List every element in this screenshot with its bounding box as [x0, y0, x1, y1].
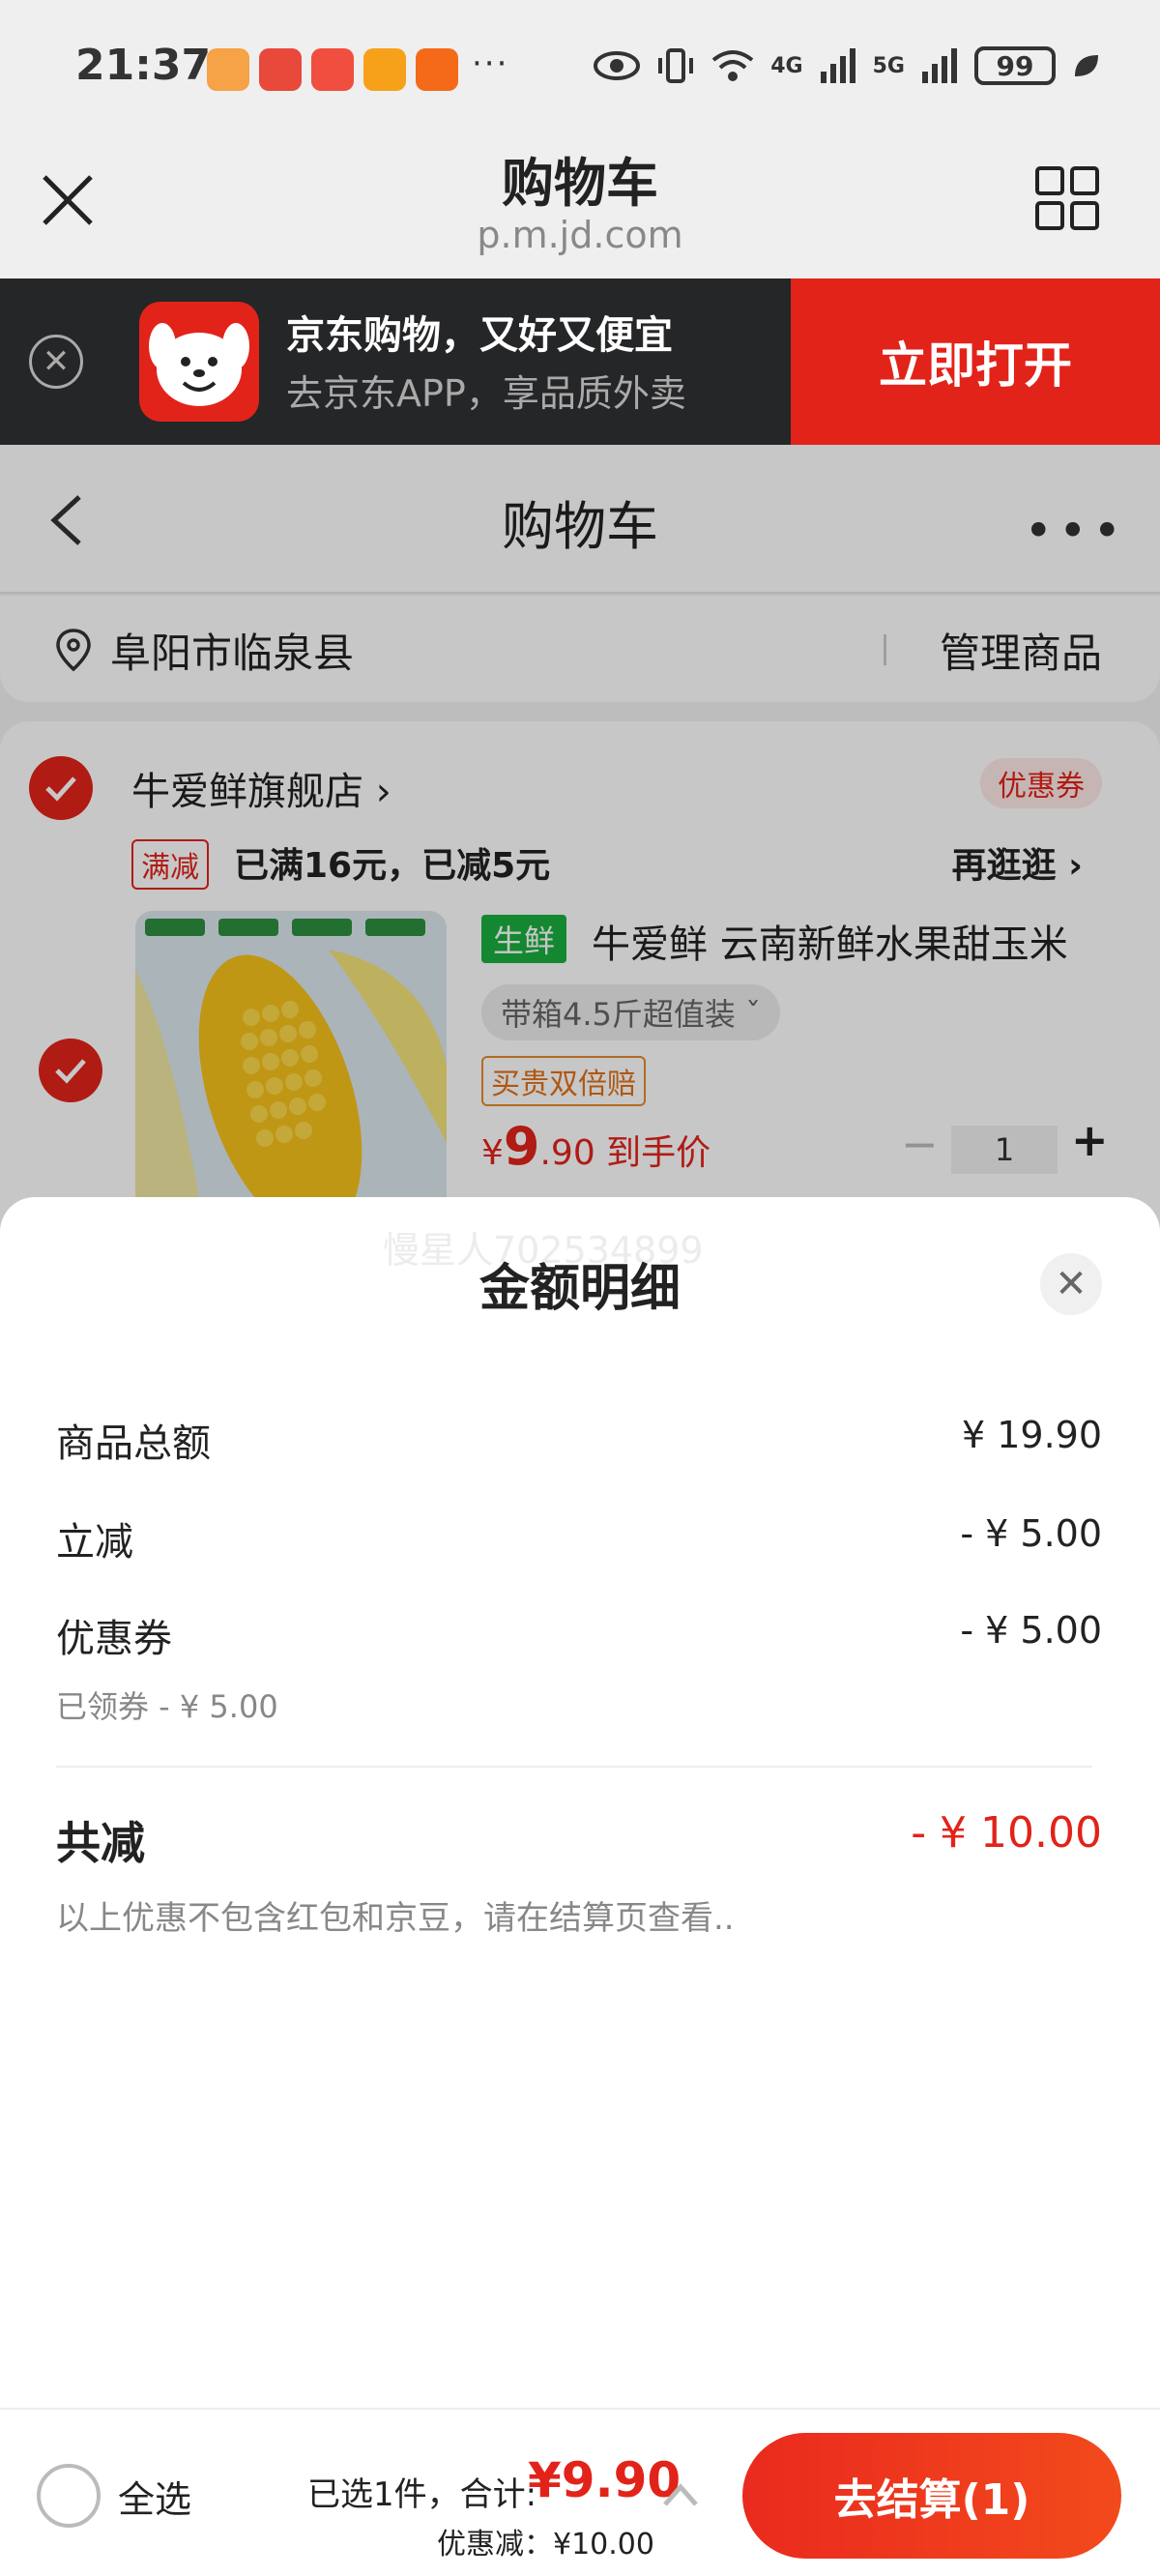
network-5g-label: 5G — [872, 53, 905, 78]
banner-subtitle: 去京东APP，享品质外卖 — [286, 372, 686, 415]
notification-icons — [207, 48, 458, 91]
eye-icon — [594, 51, 641, 80]
browser-header: 购物车 p.m.jd.com — [0, 140, 1160, 278]
grid-menu-icon[interactable] — [1034, 165, 1100, 231]
chevron-up-icon[interactable] — [659, 2477, 702, 2512]
total-discount-value: - ¥ 10.00 — [911, 1808, 1102, 1858]
checkout-bar: 全选 已选1件，合计: ¥9.90 优惠减：¥10.00 去结算(1) — [0, 2408, 1160, 2576]
amount-detail-sheet: 慢星人702534899 金额明细 ✕ 商品总额 ¥ 19.90 立减 - ¥ … — [0, 1197, 1160, 2576]
wifi-icon — [712, 50, 754, 81]
coupon-claimed-note: 已领券 - ¥ 5.00 — [56, 1688, 278, 1725]
signal-icon — [820, 48, 856, 83]
instant-discount-label: 立减 — [56, 1520, 133, 1565]
select-all-checkbox[interactable] — [37, 2464, 101, 2528]
page-title: 购物车 — [502, 153, 658, 214]
page-url: p.m.jd.com — [477, 214, 683, 256]
network-4g-label: 4G — [770, 53, 803, 78]
banner-title: 京东购物，又好又便宜 — [286, 313, 673, 358]
status-bar: 21:37 ··· 4G 5G 99 — [0, 0, 1160, 140]
total-amount: ¥9.90 — [528, 2452, 682, 2508]
discount-note: 以上优惠不包含红包和京豆，请在结算页查看.. — [56, 1899, 735, 1938]
app-notification-icon — [207, 48, 249, 91]
app-notification-icon — [363, 48, 406, 91]
instant-discount-value: - ¥ 5.00 — [960, 1512, 1102, 1555]
vibrate-icon — [658, 48, 694, 83]
subtotal-value: ¥ 19.90 — [961, 1414, 1102, 1456]
subtotal-label: 商品总额 — [56, 1421, 211, 1466]
jd-logo — [139, 302, 259, 422]
more-notifications-icon: ··· — [472, 44, 509, 83]
selected-summary: 已选1件，合计: — [307, 2475, 537, 2514]
coupon-value: - ¥ 5.00 — [960, 1609, 1102, 1652]
open-app-button[interactable]: 立即打开 — [791, 278, 1160, 445]
coupon-label: 优惠券 — [56, 1617, 172, 1661]
divider — [56, 1766, 1092, 1768]
app-notification-icon — [311, 48, 354, 91]
app-notification-icon — [259, 48, 302, 91]
leaf-icon — [1075, 55, 1098, 76]
discount-summary: 优惠减：¥10.00 — [437, 2528, 654, 2561]
checkout-button[interactable]: 去结算(1) — [742, 2433, 1121, 2559]
banner-close-icon[interactable]: ✕ — [29, 335, 83, 389]
app-notification-icon — [416, 48, 458, 91]
total-discount-label: 共减 — [56, 1817, 145, 1869]
select-all-label[interactable]: 全选 — [118, 2470, 191, 2523]
battery-icon: 99 — [974, 46, 1056, 85]
sheet-close-icon[interactable]: ✕ — [1040, 1253, 1102, 1315]
sheet-title: 金额明细 — [478, 1260, 681, 1318]
system-indicators: 4G 5G 99 — [593, 46, 1100, 85]
status-time: 21:37 — [75, 41, 212, 90]
app-download-banner: ✕ 京东购物，又好又便宜 去京东APP，享品质外卖 立即打开 — [0, 278, 1160, 445]
signal-icon — [922, 48, 957, 83]
